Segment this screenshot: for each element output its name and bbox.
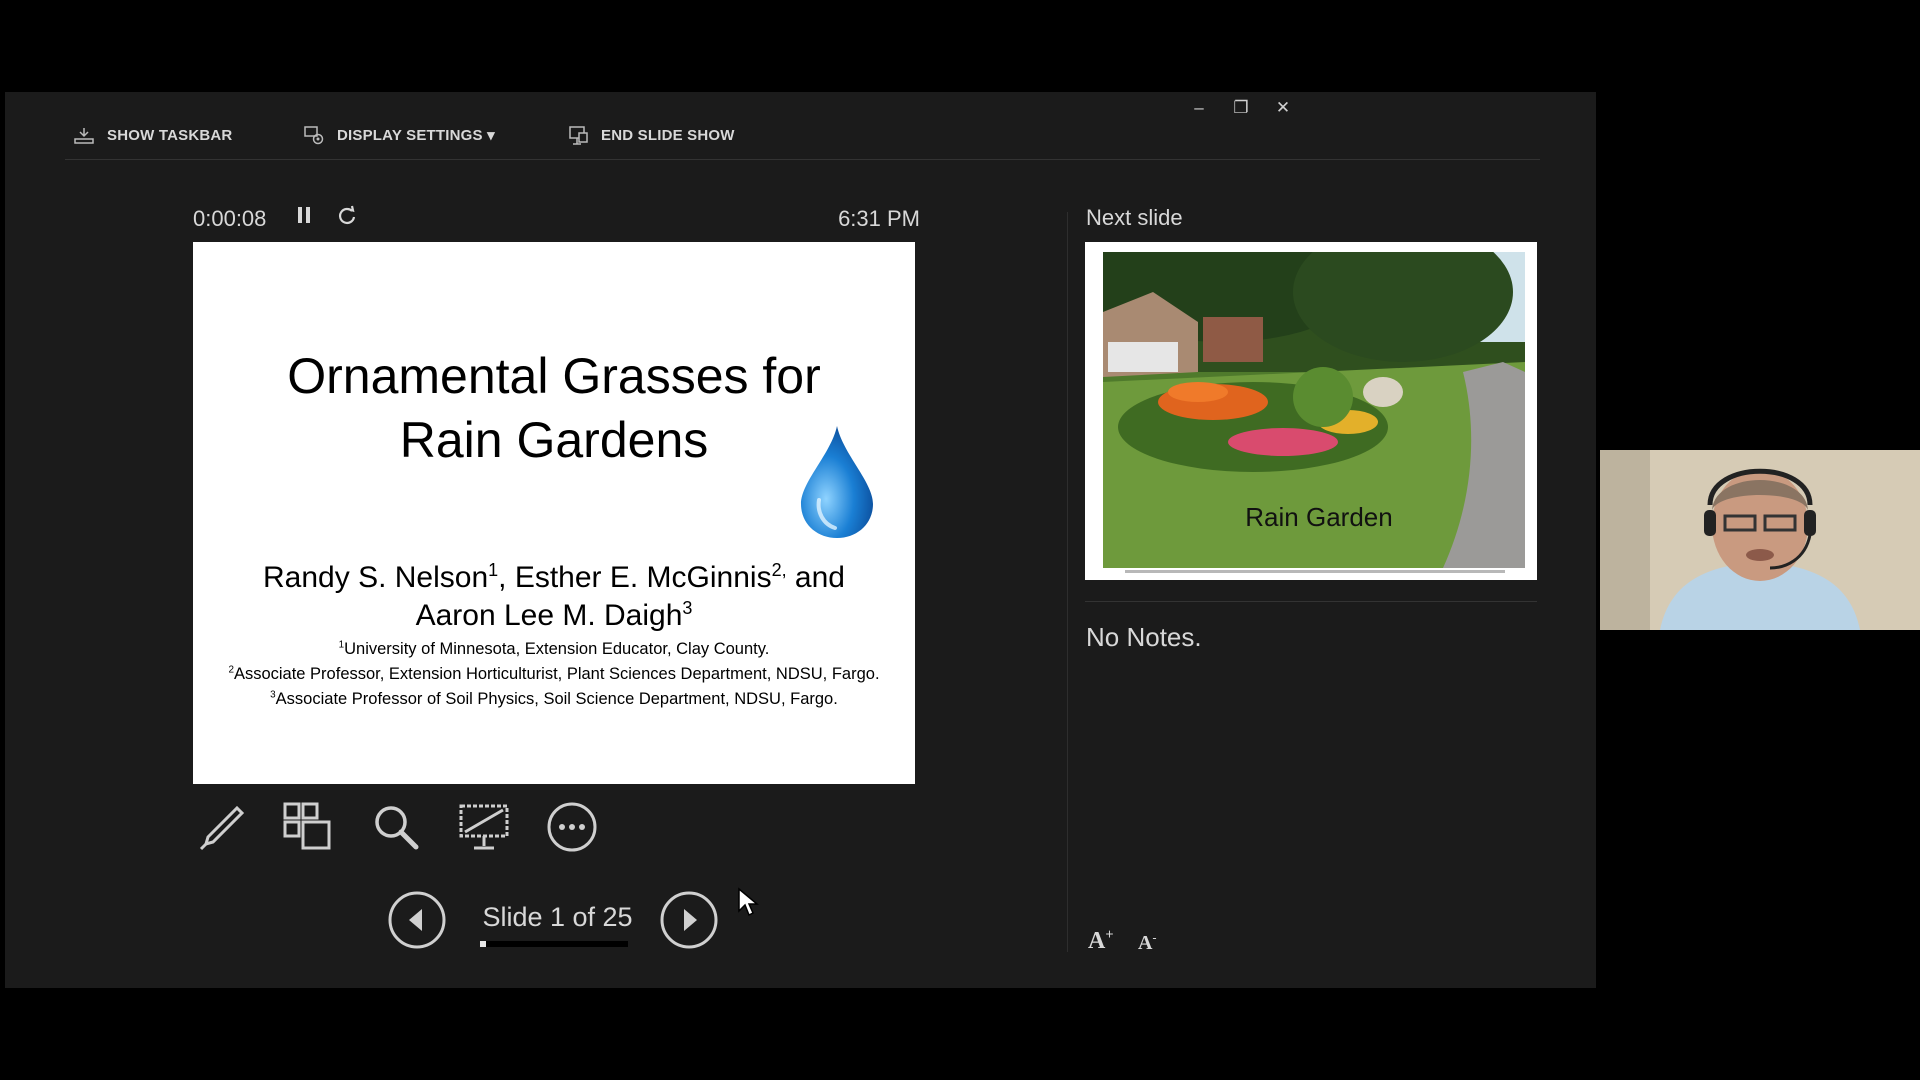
presenter-view-window: – ❐ ✕ SHOW TASKBAR DISPLAY SETTINGS ▾ EN… <box>5 92 1596 988</box>
end-show-icon <box>569 126 588 145</box>
magnifier-icon <box>375 806 419 850</box>
black-screen-icon <box>459 804 509 850</box>
affiliation-1: 1University of Minnesota, Extension Educ… <box>338 639 770 658</box>
more-options-button[interactable] <box>545 800 599 854</box>
mouse-cursor-icon <box>738 887 759 917</box>
notes-divider <box>1085 601 1537 602</box>
presenter-toolbar: SHOW TASKBAR DISPLAY SETTINGS ▾ END SLID… <box>65 120 1545 150</box>
grid-slides-icon <box>283 802 331 850</box>
webcam-video <box>1600 450 1920 630</box>
next-slide-label: Next slide <box>1086 205 1183 230</box>
next-slide-caption: Rain Garden <box>1245 502 1393 532</box>
restore-button[interactable]: ❐ <box>1226 98 1256 118</box>
presenter-webcam-image <box>1600 450 1920 630</box>
water-drop-icon <box>801 426 873 538</box>
author-2: , Esther E. McGinnis <box>498 561 772 594</box>
affiliation-3: 3Associate Professor of Soil Physics, So… <box>270 689 838 708</box>
author-2-sup: 2, <box>771 560 787 580</box>
show-taskbar-button[interactable]: SHOW TASKBAR <box>73 120 232 150</box>
show-taskbar-label: SHOW TASKBAR <box>107 126 233 144</box>
author-1: Randy S. Nelson <box>263 561 489 594</box>
next-arrow-icon <box>684 909 697 931</box>
zoom-button[interactable] <box>369 800 423 854</box>
previous-slide-button[interactable] <box>387 890 447 950</box>
black-screen-button[interactable] <box>457 800 511 854</box>
author-1-sup: 1 <box>488 560 499 580</box>
pause-timer-icon[interactable] <box>296 204 312 226</box>
author-and: and <box>786 561 845 594</box>
display-settings-icon <box>304 126 324 145</box>
close-button[interactable]: ✕ <box>1268 98 1298 118</box>
speaker-notes[interactable]: No Notes. <box>1086 622 1202 653</box>
clock: 6:31 PM <box>838 206 920 231</box>
display-settings-button[interactable]: DISPLAY SETTINGS ▾ <box>303 120 495 150</box>
panel-divider[interactable] <box>1067 212 1068 952</box>
slide-progress-bar <box>480 941 628 947</box>
next-slide-preview[interactable]: Rain Garden <box>1085 242 1537 580</box>
toolbar-divider <box>65 159 1540 160</box>
minimize-button[interactable]: – <box>1184 98 1214 118</box>
pen-icon <box>199 805 245 851</box>
elapsed-timer: 0:00:08 <box>193 206 267 231</box>
slide-counter[interactable]: Slide 1 of 25 <box>475 902 640 933</box>
author-3-sup: 3 <box>682 598 693 618</box>
slide-progress-fill <box>480 941 486 947</box>
affiliation-2: 2Associate Professor, Extension Horticul… <box>228 664 880 683</box>
decrease-notes-font-button[interactable]: A- <box>1138 931 1156 955</box>
see-all-slides-button[interactable] <box>281 800 335 854</box>
slide-authors: Randy S. Nelson1, Esther E. McGinnis2, a… <box>193 559 915 635</box>
taskbar-icon <box>74 128 94 144</box>
next-slide-button[interactable] <box>659 890 719 950</box>
slide-title-line-1: Ornamental Grasses for <box>287 348 821 404</box>
current-slide[interactable]: Ornamental Grasses for Rain Gardens Rand… <box>193 242 915 784</box>
more-options-icon <box>547 802 597 852</box>
restart-timer-icon[interactable] <box>335 204 359 228</box>
end-slide-show-label: END SLIDE SHOW <box>601 126 735 144</box>
author-3: Aaron Lee M. Daigh <box>415 599 683 632</box>
end-slide-show-button[interactable]: END SLIDE SHOW <box>567 120 735 150</box>
increase-notes-font-button[interactable]: A+ <box>1088 928 1114 955</box>
previous-arrow-icon <box>409 909 422 931</box>
pen-tool-button[interactable] <box>195 800 249 854</box>
display-settings-label: DISPLAY SETTINGS ▾ <box>337 127 495 144</box>
photo-credit-line <box>1125 570 1505 573</box>
